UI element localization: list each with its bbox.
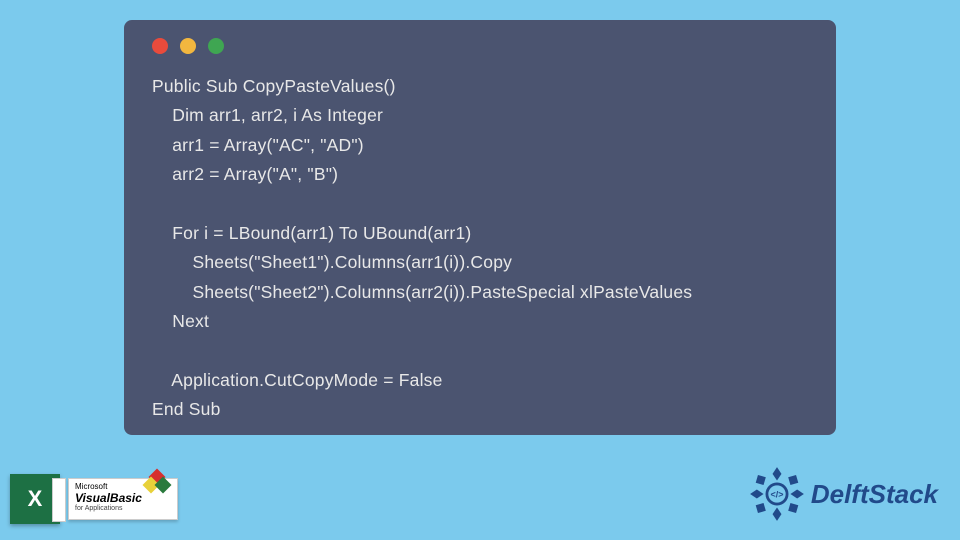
footer-left: X Microsoft VisualBasic for Applications — [10, 474, 178, 524]
delftstack-logo-icon: </> — [749, 466, 805, 522]
code-line: Sheets("Sheet1").Columns(arr1(i)).Copy — [152, 252, 512, 272]
code-line: arr1 = Array("AC", "AD") — [152, 135, 364, 155]
vb-line-subtitle: for Applications — [75, 505, 171, 513]
code-line: arr2 = Array("A", "B") — [152, 164, 338, 184]
svg-text:</>: </> — [770, 489, 783, 499]
excel-letter: X — [28, 486, 43, 512]
delftstack-text: DelftStack — [811, 479, 938, 510]
code-line: End Sub — [152, 399, 221, 419]
code-line: Application.CutCopyMode = False — [152, 370, 443, 390]
maximize-dot-icon — [208, 38, 224, 54]
code-line: Next — [152, 311, 209, 331]
code-line: For i = LBound(arr1) To UBound(arr1) — [152, 223, 471, 243]
code-window: Public Sub CopyPasteValues() Dim arr1, a… — [124, 20, 836, 435]
minimize-dot-icon — [180, 38, 196, 54]
code-line: Dim arr1, arr2, i As Integer — [152, 105, 383, 125]
visual-basic-badge: Microsoft VisualBasic for Applications — [68, 478, 178, 520]
excel-icon: X — [10, 474, 60, 524]
close-dot-icon — [152, 38, 168, 54]
vb-cubes-icon — [145, 471, 173, 495]
code-line: Sheets("Sheet2").Columns(arr2(i)).PasteS… — [152, 282, 692, 302]
window-traffic-lights — [152, 38, 816, 54]
code-block: Public Sub CopyPasteValues() Dim arr1, a… — [144, 72, 816, 425]
delftstack-brand: </> DelftStack — [749, 466, 938, 522]
code-line: Public Sub CopyPasteValues() — [152, 76, 396, 96]
